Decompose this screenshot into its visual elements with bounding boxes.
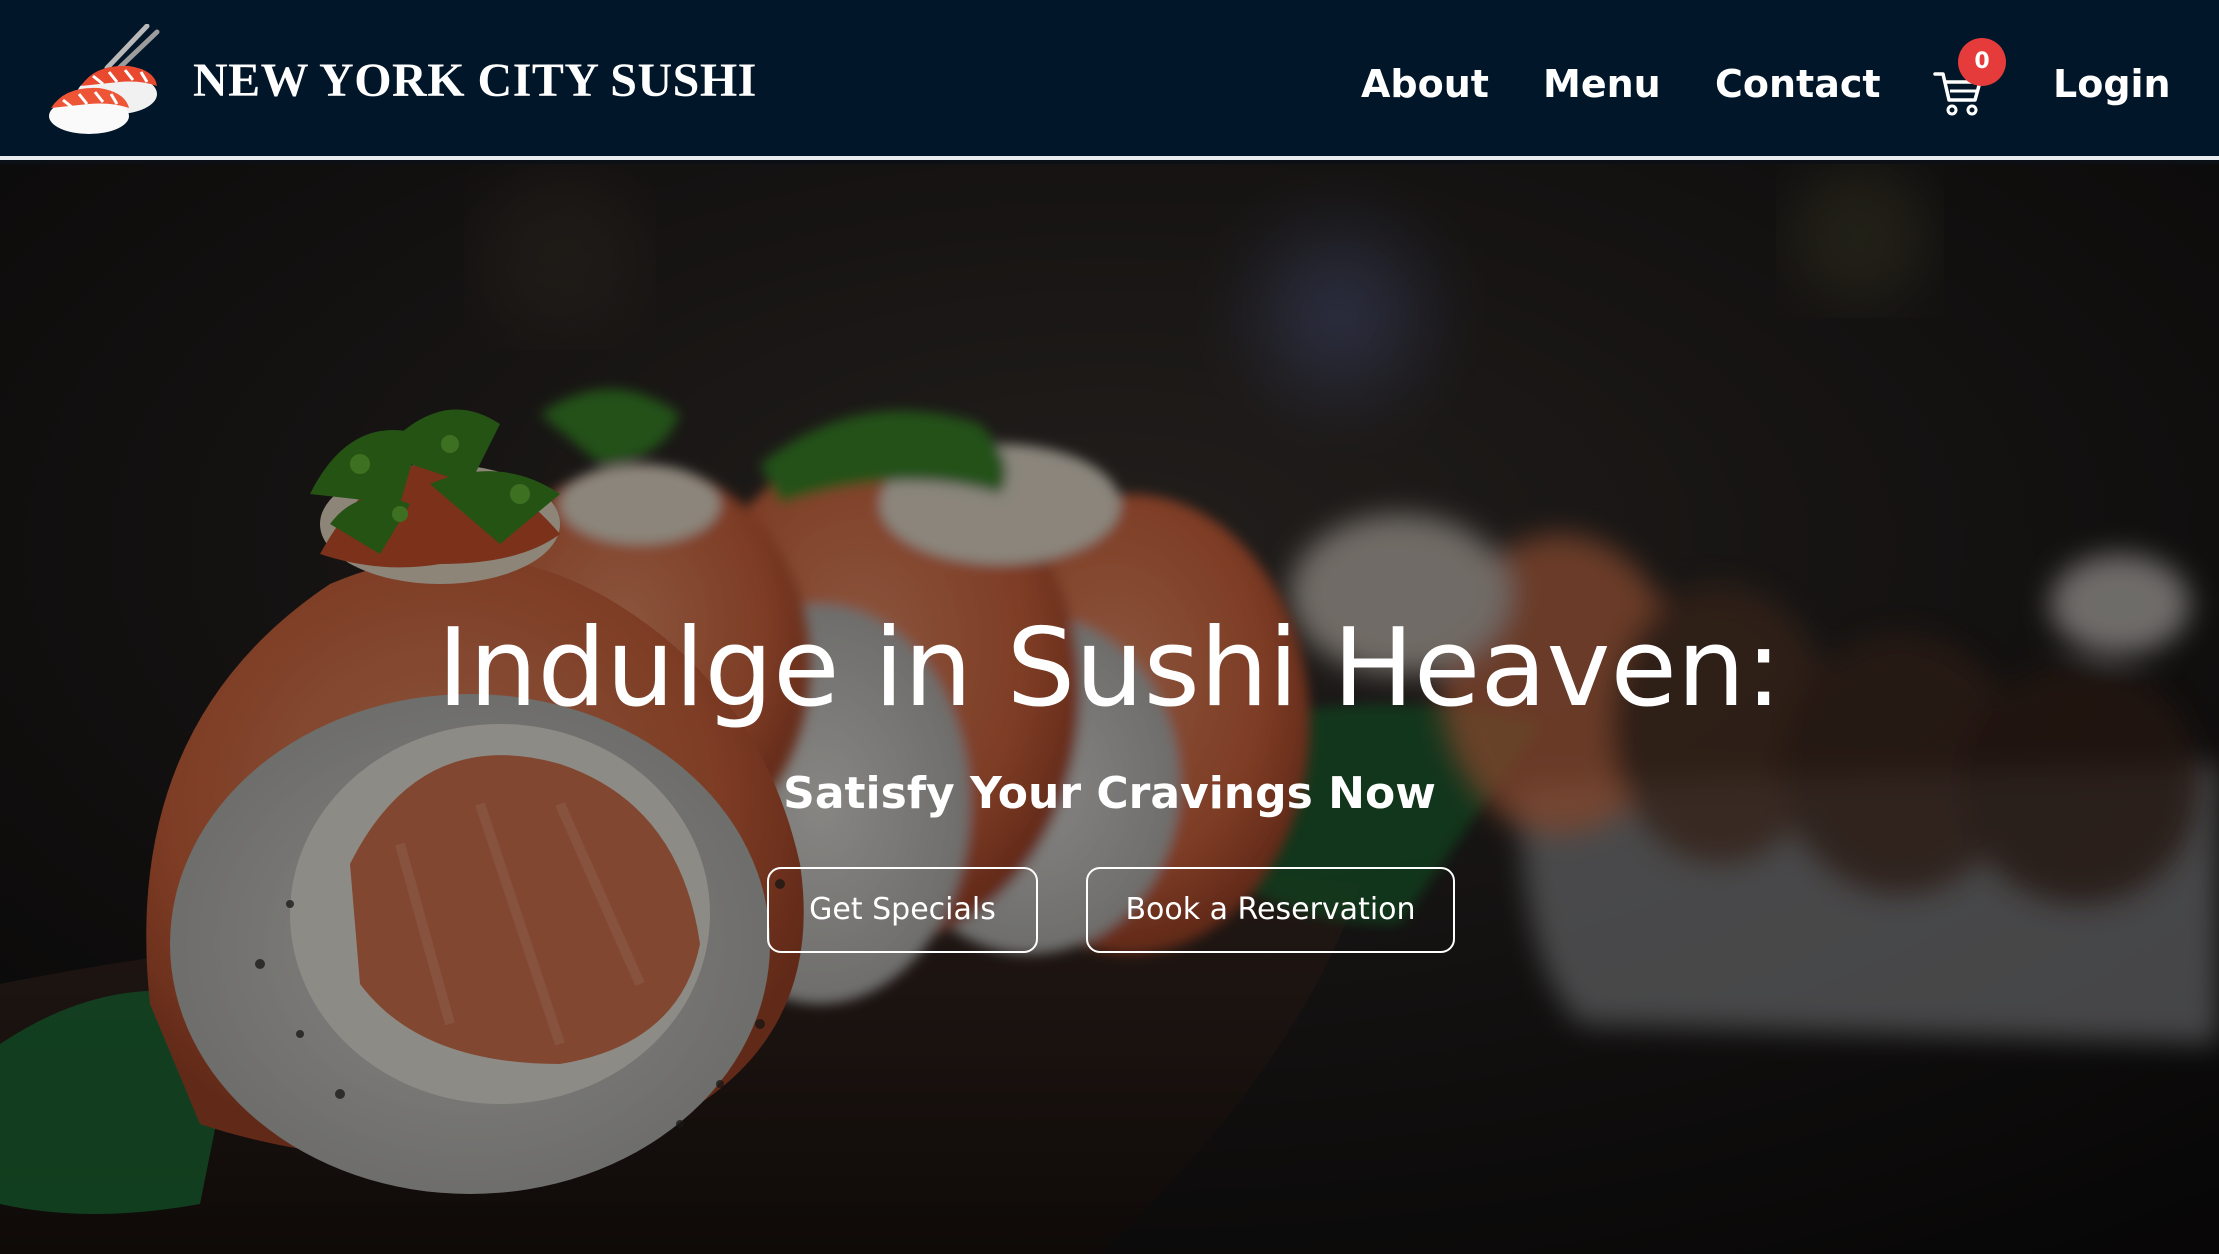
hero-section: Indulge in Sushi Heaven: Satisfy Your Cr… (0, 164, 2219, 1254)
main-nav: About Menu Contact Login (0, 52, 2219, 116)
nav-link-contact[interactable]: Contact (1715, 52, 1881, 116)
get-specials-button[interactable]: Get Specials (767, 867, 1038, 953)
hero-subtitle: Satisfy Your Cravings Now (783, 768, 1436, 819)
cart-count-badge: 0 (1958, 38, 2006, 86)
navbar: NEW YORK CITY SUSHI About Menu Contact L… (0, 0, 2219, 160)
book-reservation-button[interactable]: Book a Reservation (1086, 867, 1455, 953)
nav-link-menu[interactable]: Menu (1543, 52, 1661, 116)
nav-link-login[interactable]: Login (2053, 52, 2171, 116)
nav-link-about[interactable]: About (1361, 52, 1489, 116)
cart-button[interactable]: 0 (1932, 38, 2012, 122)
hero-title: Indulge in Sushi Heaven: (437, 606, 1782, 731)
